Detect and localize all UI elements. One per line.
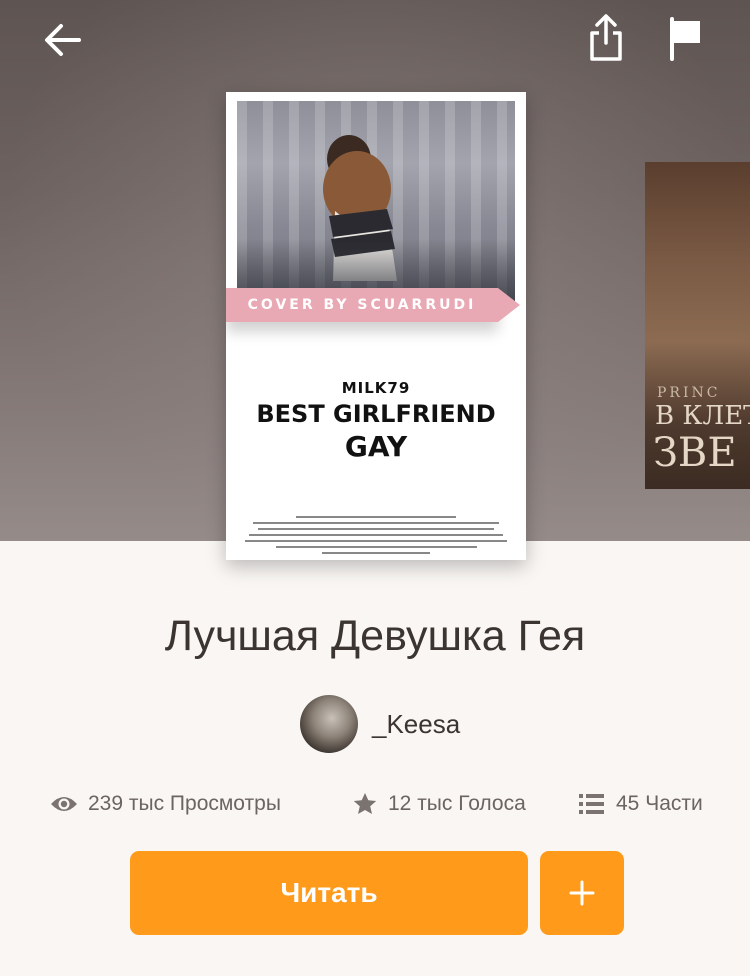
parts-count: 45 Части [616,792,703,815]
next-cover-title-line1: В КЛЕТ [655,401,750,431]
cover-title-line2: GAY [344,430,408,463]
next-book-cover[interactable]: PRINC В КЛЕТ ЗВЕ [645,162,750,489]
stat-votes: 12 тыс Голоса [352,786,526,822]
share-button[interactable] [578,10,634,66]
arrow-left-icon [45,24,81,56]
read-button[interactable]: Читать [130,851,528,935]
share-icon [590,14,622,61]
cover-author-text: MILK79 [341,379,411,397]
views-count: 239 тыс Просмотры [88,792,281,815]
list-icon [579,794,604,814]
votes-count: 12 тыс Голоса [388,792,526,815]
next-cover-title-line2: ЗВЕ [653,430,737,476]
book-cover[interactable]: COVER BY SCUARRUDI MILK79 BEST GIRLFRIEN… [226,92,526,560]
report-flag-button[interactable] [658,10,714,66]
back-button[interactable] [35,12,91,68]
next-cover-subtitle: PRINC [657,385,721,401]
author-link[interactable]: _Keesa [300,695,460,753]
flag-icon [670,17,700,61]
cover-title-line1: BEST GIRLFRIEND [256,400,496,428]
cover-ribbon: COVER BY SCUARRUDI [226,288,520,322]
stat-parts: 45 Части [578,786,703,822]
cover-photo [237,101,515,309]
stat-views: 239 тыс Просмотры [50,786,281,822]
book-title: Лучшая Девушка Гея [164,612,586,660]
add-to-library-button[interactable] [540,851,624,935]
avatar[interactable] [300,695,358,753]
plus-icon [569,880,595,906]
story-stats: 239 тыс Просмотры 12 тыс Голоса 45 Части [50,786,730,822]
star-icon [353,793,377,814]
eye-icon [51,797,77,811]
author-name[interactable]: _Keesa [372,709,460,740]
cover-credits-block [242,512,510,558]
